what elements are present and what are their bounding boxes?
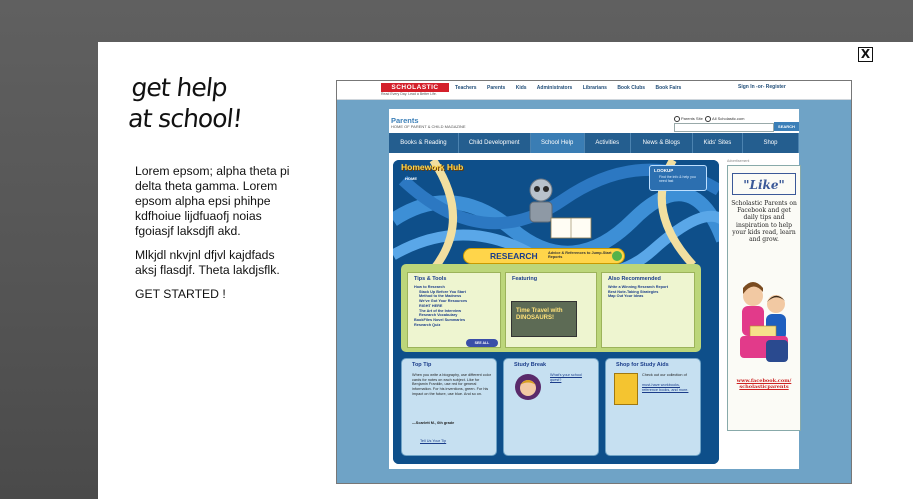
parents-subtitle: HOME OF PARENT & CHILD MAGAZINE	[391, 124, 466, 129]
close-button[interactable]: X	[858, 47, 873, 62]
facebook-url[interactable]: www.facebook.com/ scholasticparents	[730, 378, 798, 390]
top-links: Teachers Parents Kids Administrators Lib…	[455, 85, 690, 91]
research-banner[interactable]: RESEARCH Advice & References to Jump-Sta…	[463, 248, 625, 264]
study-break-link[interactable]: What's your school quest?	[550, 373, 592, 382]
tips-tools-panel: Tips & Tools How to Research Stack Up Be…	[407, 272, 501, 348]
nav-shop[interactable]: Shop	[743, 133, 799, 153]
kids-reading-image	[740, 282, 788, 362]
top-tip-text: When you write a biography, use differen…	[412, 373, 492, 396]
intro-paragraph-1: Lorem epsom; alpha theta pi delta theta …	[135, 164, 290, 238]
featuring-title: Featuring	[512, 276, 538, 282]
see-all-button[interactable]: SEE ALL	[466, 339, 498, 347]
featuring-panel: Featuring Time Travel with DINOSAURS!	[505, 272, 597, 348]
recommended-list: Write a Winning Research Report Best Not…	[608, 285, 668, 299]
homework-hub: Homework Hub HOME LOOKUP Find the info &…	[393, 160, 719, 464]
search-button[interactable]: SEARCH	[774, 122, 799, 131]
headline-line-1: get help	[130, 73, 229, 102]
search-scope: Parents Site All Scholastic.com	[674, 116, 745, 122]
shop-study-aids-box: Shop for Study Aids Check out our collec…	[605, 358, 701, 456]
top-tip-author: —Scarlett M., 6th grade	[412, 421, 455, 425]
dinosaur-feature-title: Time Travel with DINOSAURS!	[516, 308, 563, 321]
study-break-title: Study Break	[514, 362, 547, 368]
scholastic-tagline: Read Every Day. Lead a Better Life.	[381, 92, 437, 96]
nav-activities[interactable]: Activities	[585, 133, 631, 153]
top-link-administrators[interactable]: Administrators	[537, 85, 573, 91]
nav-kids-sites[interactable]: Kids' Sites	[693, 133, 743, 153]
top-link-book-clubs[interactable]: Book Clubs	[617, 85, 645, 91]
study-break-avatar[interactable]	[514, 373, 542, 401]
tips-item[interactable]: Research Quiz	[414, 323, 467, 328]
nav-child-development[interactable]: Child Development	[459, 133, 531, 153]
radio-all-site[interactable]	[705, 116, 712, 122]
recommended-item[interactable]: Write a Winning Research Report	[608, 285, 668, 290]
tips-item[interactable]: BookFiles Novel Summaries	[414, 318, 467, 323]
shop-links[interactable]: must-have workbooks, reference books, an…	[642, 383, 696, 392]
top-link-parents[interactable]: Parents	[487, 85, 505, 91]
facebook-like-badge: "Like"	[732, 173, 796, 195]
top-link-book-fairs[interactable]: Book Fairs	[655, 85, 681, 91]
lookup-title: LOOKUP	[654, 168, 674, 173]
workbook-image[interactable]	[614, 373, 638, 405]
headline: get help at school!	[127, 72, 294, 134]
parents-page: Parents HOME OF PARENT & CHILD MAGAZINE …	[389, 109, 801, 469]
lookup-description: Find the info & help you need fast	[659, 175, 696, 184]
homework-hub-title: Homework Hub	[401, 162, 464, 172]
shop-text: Check out our collection of	[642, 373, 687, 377]
nav-school-help[interactable]: School Help	[530, 133, 585, 153]
radio-parents-site[interactable]	[674, 116, 680, 122]
scholastic-logo[interactable]: SCHOLASTIC	[381, 83, 449, 92]
main-nav: Books & Reading Child Development School…	[389, 133, 799, 153]
recommended-item[interactable]: Map Out Your Ideas	[608, 294, 668, 299]
headline-line-2: at school!	[126, 104, 244, 133]
website-screenshot: SCHOLASTIC Read Every Day. Lead a Better…	[336, 80, 852, 484]
top-tip-title: Top Tip	[412, 362, 432, 368]
facebook-ad-text: Scholastic Parents on Facebook and get d…	[731, 200, 797, 244]
top-link-teachers[interactable]: Teachers	[455, 85, 477, 91]
tips-list: How to Research Stack Up Before You Star…	[414, 285, 467, 327]
dinosaur-feature[interactable]: Time Travel with DINOSAURS!	[511, 301, 577, 337]
research-title: RESEARCH	[490, 251, 538, 261]
intro-copy: Lorem epsom; alpha theta pi delta theta …	[135, 164, 295, 311]
recommended-title: Also Recommended	[608, 276, 661, 282]
get-started-link[interactable]: GET STARTED !	[135, 287, 295, 302]
shop-study-aids-title: Shop for Study Aids	[616, 362, 669, 368]
recommended-panel: Also Recommended Write a Winning Researc…	[601, 272, 695, 348]
top-link-librarians[interactable]: Librarians	[583, 85, 607, 91]
nav-news-blogs[interactable]: News & Blogs	[631, 133, 693, 153]
research-subtitle: Advice & References to Jump-Start Report…	[548, 251, 612, 260]
research-go-icon	[612, 251, 622, 261]
scholastic-topbar: SCHOLASTIC Read Every Day. Lead a Better…	[337, 81, 851, 100]
top-link-kids[interactable]: Kids	[516, 85, 527, 91]
search-input[interactable]	[674, 123, 774, 132]
tell-us-tip-link[interactable]: Tell Us Your Tip	[420, 439, 446, 444]
radio-parents-label: Parents Site	[681, 116, 703, 122]
ad-label: Advertisement	[727, 159, 750, 163]
intro-paragraph-2: Mlkjdl nkvjnl dfjvl kajdfads aksj flasdj…	[135, 248, 280, 277]
lookup-box[interactable]: LOOKUP Find the info & help you need fas…	[649, 165, 707, 191]
radio-all-label: All Scholastic.com	[712, 116, 745, 122]
study-break-box: Study Break What's your school quest?	[503, 358, 599, 456]
hub-home-link[interactable]: HOME	[405, 176, 417, 181]
sign-in-link[interactable]: Sign In -or- Register	[738, 84, 786, 90]
nav-books-reading[interactable]: Books & Reading	[389, 133, 459, 153]
facebook-ad[interactable]: "Like" Scholastic Parents on Facebook an…	[727, 165, 801, 431]
top-tip-box: Top Tip When you write a biography, use …	[401, 358, 497, 456]
research-panels: Tips & Tools How to Research Stack Up Be…	[401, 264, 701, 352]
tips-tools-title: Tips & Tools	[414, 276, 447, 282]
